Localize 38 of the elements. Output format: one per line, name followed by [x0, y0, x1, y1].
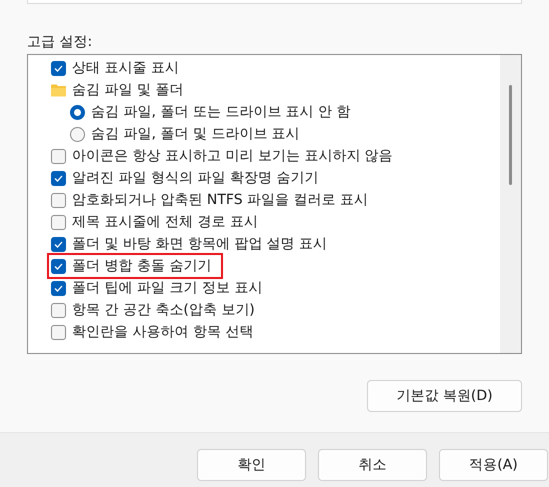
- checkmark-icon: [54, 64, 63, 72]
- option-label: 폴더 병합 충돌 숨기기: [72, 256, 212, 276]
- option-label: 상태 표시줄 표시: [72, 58, 179, 78]
- checkmark-icon: [54, 174, 63, 182]
- dialog-button[interactable]: 확인: [197, 449, 306, 481]
- folder-icon: [51, 84, 66, 96]
- group-label: 숨김 파일 및 폴더: [72, 80, 184, 100]
- option-label: 알려진 파일 형식의 파일 확장명 숨기기: [72, 168, 318, 188]
- radio-button[interactable]: [70, 126, 85, 142]
- checked-checkbox[interactable]: [51, 60, 66, 76]
- checkmark-icon: [54, 262, 63, 270]
- checkmark-icon: [54, 284, 63, 292]
- checkbox[interactable]: [51, 302, 66, 318]
- option-label: 폴더 및 바탕 화면 항목에 팝업 설명 표시: [72, 234, 328, 254]
- radio-button[interactable]: [70, 104, 85, 120]
- dialog-button[interactable]: 적용(A): [439, 449, 548, 481]
- checked-checkbox[interactable]: [51, 170, 66, 186]
- checkbox[interactable]: [51, 148, 66, 164]
- checked-checkbox[interactable]: [51, 280, 66, 296]
- scrollbar[interactable]: [500, 55, 521, 353]
- option-label: 숨김 파일, 폴더 또는 드라이브 표시 안 함: [91, 102, 351, 122]
- option-label: 제목 표시줄에 전체 경로 표시: [72, 212, 258, 232]
- option-label: 아이콘은 항상 표시하고 미리 보기는 표시하지 않음: [72, 146, 393, 166]
- checkbox[interactable]: [51, 192, 66, 208]
- checked-checkbox[interactable]: [51, 236, 66, 252]
- checked-checkbox[interactable]: [51, 258, 66, 274]
- option-label: 암호화되거나 압축된 NTFS 파일을 컬러로 표시: [72, 190, 368, 210]
- option-label: 항목 간 공간 축소(압축 보기): [72, 300, 255, 320]
- section-label: 고급 설정:: [27, 33, 94, 52]
- option-label: 확인란을 사용하여 항목 선택: [72, 322, 254, 342]
- restore-defaults-button[interactable]: 기본값 복원(D): [367, 380, 522, 412]
- checkmark-icon: [54, 240, 63, 248]
- scrollbar-thumb[interactable]: [509, 85, 512, 185]
- checkbox[interactable]: [51, 324, 66, 340]
- checkbox[interactable]: [51, 214, 66, 230]
- option-label: 숨김 파일, 폴더 및 드라이브 표시: [91, 124, 300, 144]
- dialog-button[interactable]: 취소: [318, 449, 427, 481]
- option-label: 폴더 팁에 파일 크기 정보 표시: [72, 278, 262, 298]
